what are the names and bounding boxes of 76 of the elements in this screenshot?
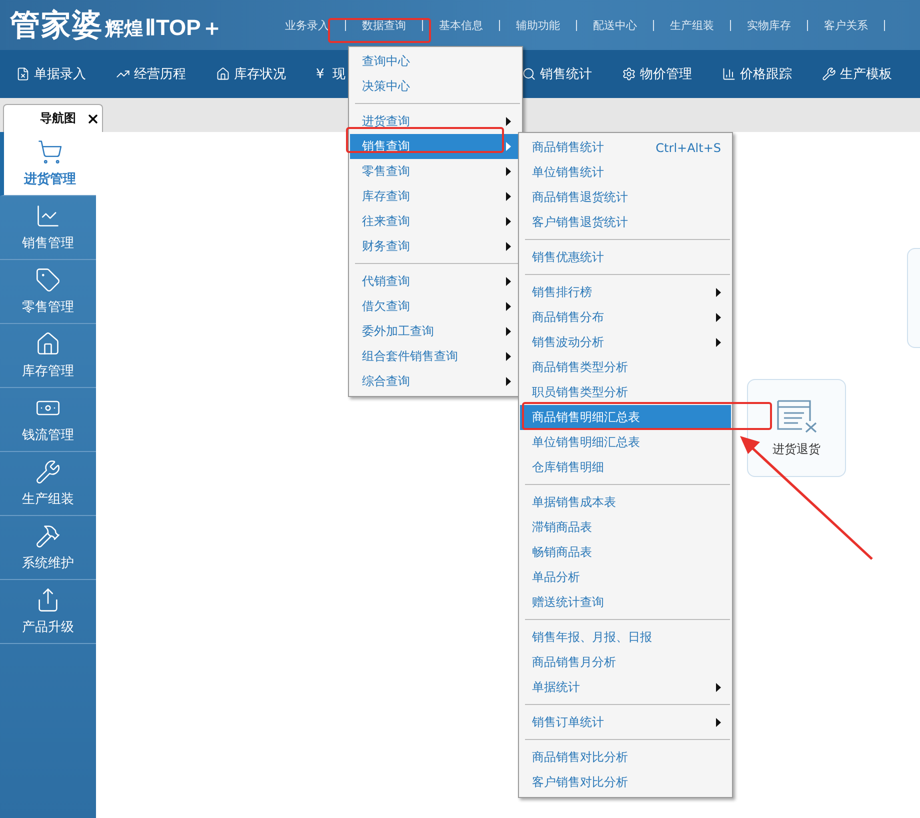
menu-item[interactable]: 单位销售明细汇总表 [520, 430, 731, 455]
menu-item[interactable]: 单据统计 [520, 675, 731, 700]
menu-item[interactable]: 滞销商品表 [520, 515, 731, 540]
menu-item[interactable]: 畅销商品表 [520, 540, 731, 565]
line-chart-icon [35, 203, 61, 229]
toolbar-button[interactable]: 单据录入 [16, 65, 86, 83]
menu-item[interactable]: 销售排行榜 [520, 280, 731, 305]
menu-item[interactable]: 商品销售明细汇总表 [520, 405, 731, 430]
house-icon [35, 331, 61, 357]
menu-item[interactable]: 零售查询 [350, 159, 521, 184]
menu-item[interactable]: 商品销售退货统计 [520, 185, 731, 210]
menu-item[interactable]: 综合查询 [350, 369, 521, 394]
nav-link[interactable]: 基本信息 [423, 18, 499, 32]
document-icon [16, 67, 30, 81]
sidebar-item[interactable]: 进货管理 [0, 132, 96, 196]
menu-item[interactable]: 商品销售类型分析 [520, 355, 731, 380]
tag-icon [35, 267, 61, 293]
toolbar-button[interactable]: 经营历程 [116, 65, 186, 83]
close-icon[interactable] [86, 112, 100, 126]
toolbar-button[interactable]: 销售统计 [522, 65, 592, 83]
menu-item[interactable]: 查询中心 [350, 49, 521, 74]
menu-item[interactable]: 销售订单统计 [520, 710, 731, 735]
menu-item[interactable]: 商品销售月分析 [520, 650, 731, 675]
menu-item[interactable]: 销售波动分析 [520, 330, 731, 355]
nav-link[interactable]: 数据查询 [346, 18, 422, 32]
toolbar-button[interactable]: 生产模板 [822, 65, 892, 83]
shortcut-card[interactable]: 进货退货 [747, 379, 846, 477]
menu-item[interactable]: 客户销售对比分析 [520, 770, 731, 795]
menu-item[interactable]: 商品销售统计 Ctrl+Alt+S [520, 135, 731, 160]
nav-link[interactable]: 客户关系 [808, 18, 884, 32]
menu-item[interactable]: 代销查询 [350, 269, 521, 294]
sidebar-item[interactable]: 钱流管理 [0, 388, 96, 452]
sidebar-item[interactable]: 生产组装 [0, 452, 96, 516]
sidebar-item[interactable]: 产品升级 [0, 580, 96, 644]
menu-item[interactable]: 借欠查询 [350, 294, 521, 319]
nav-link[interactable]: 配送中心 [577, 18, 653, 32]
menu-item[interactable]: 仓库销售明细 [520, 455, 731, 480]
menu-item[interactable]: 商品销售分布 [520, 305, 731, 330]
nav-link[interactable]: 辅助功能 [500, 18, 576, 32]
sidebar-item[interactable]: 库存管理 [0, 324, 96, 388]
menu-item[interactable]: 单据销售成本表 [520, 490, 731, 515]
toolbar-button[interactable]: ¥ 现 [316, 65, 346, 83]
tab[interactable]: 导航图 [3, 104, 103, 132]
toolbar-button[interactable]: 价格跟踪 [722, 65, 792, 83]
menu-item[interactable]: 往来查询 [350, 209, 521, 234]
house-icon [216, 67, 230, 81]
cart-icon [37, 139, 63, 165]
bar-chart-icon [722, 67, 736, 81]
menu-item[interactable]: 销售年报、月报、日报 [520, 625, 731, 650]
menu-item[interactable]: 库存查询 [350, 184, 521, 209]
toolbar-button[interactable]: 物价管理 [622, 65, 692, 83]
toolbar-button[interactable]: 库存状况 [216, 65, 286, 83]
menu-item[interactable]: 赠送统计查询 [520, 590, 731, 615]
menu-item[interactable]: 委外加工查询 [350, 319, 521, 344]
nav-link[interactable]: 业务录入 [269, 18, 345, 32]
menu-item[interactable]: 客户销售退货统计 [520, 210, 731, 235]
menu-item[interactable]: 职员销售类型分析 [520, 380, 731, 405]
settings-icon [622, 67, 636, 81]
hammer-icon [35, 523, 61, 549]
menu-item[interactable]: 单位销售统计 [520, 160, 731, 185]
menu-item[interactable]: 销售查询 [350, 134, 521, 159]
menu-item[interactable]: 组合套件销售查询 [350, 344, 521, 369]
list-remove-icon [776, 398, 818, 432]
menu-item[interactable]: 销售优惠统计 [520, 245, 731, 270]
menu-item[interactable]: 财务查询 [350, 234, 521, 259]
wrench-icon [822, 67, 836, 81]
nav-link[interactable]: 实物库存 [731, 18, 807, 32]
nav-link[interactable]: 生产组装 [654, 18, 730, 32]
logo: 管家婆辉煌ⅡTOP＋ [10, 6, 224, 44]
wrench-icon [35, 459, 61, 485]
sidebar-item[interactable]: 销售管理 [0, 196, 96, 260]
menu-item[interactable]: 决策中心 [350, 74, 521, 99]
sidebar-item[interactable]: 系统维护 [0, 516, 96, 580]
menu-item[interactable]: 单品分析 [520, 565, 731, 590]
menu-item[interactable]: 商品销售对比分析 [520, 745, 731, 770]
sidebar-item[interactable]: 零售管理 [0, 260, 96, 324]
